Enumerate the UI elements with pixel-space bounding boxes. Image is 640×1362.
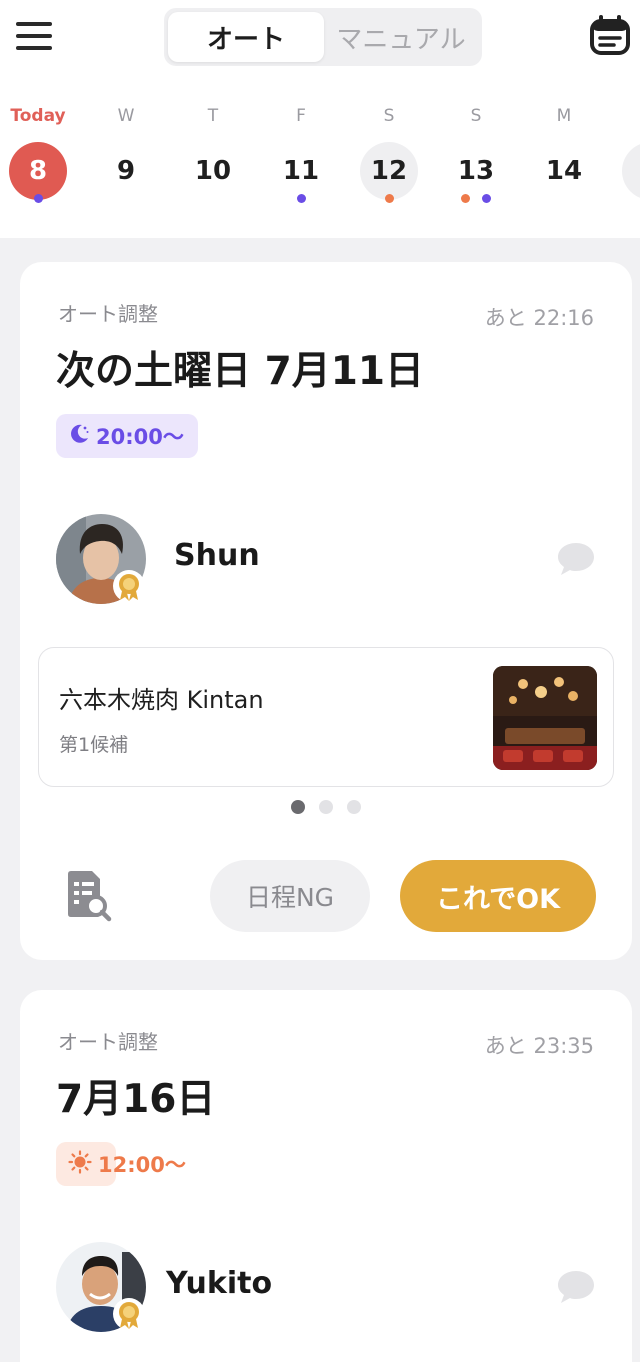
day-item-partial[interactable]	[621, 100, 640, 210]
time-badge: 20:00〜	[56, 414, 198, 458]
person-name: Yukito	[166, 1266, 273, 1301]
medal-icon	[112, 569, 146, 603]
chat-bubble-icon[interactable]	[556, 540, 596, 578]
venue-card[interactable]: 六本木焼肉 Kintan 第1候補	[38, 647, 614, 787]
remaining-time: あと 23:35	[484, 1034, 594, 1058]
event-dots	[8, 194, 68, 203]
time-text: 12:00〜	[98, 1153, 186, 1177]
calendar-list-icon[interactable]	[588, 14, 632, 58]
card-date: 次の土曜日 7月11日	[56, 349, 424, 394]
event-dots	[359, 194, 419, 203]
pager-dot[interactable]	[319, 800, 333, 814]
weekday-label: M	[556, 106, 572, 126]
day-item[interactable]: M 14	[534, 100, 594, 210]
day-item[interactable]: T 10	[183, 100, 243, 210]
weekday-label: S	[470, 106, 482, 126]
week-strip: Today 8 W 9 T 10 F 11 S 12 S 13 M 14	[0, 100, 640, 210]
pager-dot[interactable]	[291, 800, 305, 814]
time-text: 20:00〜	[96, 425, 184, 449]
day-item[interactable]: Today 8	[8, 100, 68, 210]
pager-dot[interactable]	[347, 800, 361, 814]
reject-schedule-button[interactable]: 日程NG	[210, 860, 370, 932]
weekday-label: Today	[10, 106, 66, 126]
proposal-card: オート調整 あと 22:16 次の土曜日 7月11日 20:00〜 Shun 六…	[20, 262, 632, 960]
proposal-card: オート調整 あと 23:35 7月16日 12:00〜 Yukito	[20, 990, 632, 1362]
person-row[interactable]: Shun	[56, 514, 596, 606]
mode-switch: オート マニュアル	[164, 8, 482, 66]
remaining-time: あと 22:16	[484, 306, 594, 330]
day-number: 13	[457, 156, 495, 186]
top-bar: オート マニュアル Today 8 W 9 T 10 F 11 S 12 S 1…	[0, 0, 640, 238]
accept-button[interactable]: これでOK	[400, 860, 596, 932]
hamburger-menu-icon[interactable]	[14, 18, 54, 54]
venue-photo	[493, 666, 597, 770]
card-date: 7月16日	[56, 1077, 216, 1122]
chat-bubble-icon[interactable]	[556, 1268, 596, 1306]
day-item[interactable]: S 13	[446, 100, 506, 210]
pager-dots	[20, 800, 632, 814]
venue-candidate: 第1候補	[59, 734, 129, 756]
venue-name: 六本木焼肉 Kintan	[59, 686, 264, 714]
weekday-label: F	[296, 106, 306, 126]
day-number: 10	[194, 156, 232, 186]
weekday-label: T	[207, 106, 219, 126]
person-name: Shun	[174, 538, 260, 573]
day-number: 9	[116, 156, 136, 186]
day-item[interactable]: F 11	[271, 100, 331, 210]
tab-manual[interactable]: マニュアル	[324, 12, 478, 62]
event-dots	[446, 194, 506, 203]
weekday-label: S	[383, 106, 395, 126]
day-number-partial	[622, 142, 640, 200]
document-search-icon[interactable]	[64, 870, 112, 922]
person-row[interactable]: Yukito	[56, 1242, 596, 1334]
card-type-label: オート調整	[58, 302, 158, 326]
time-badge: 12:00〜	[56, 1142, 186, 1186]
medal-icon	[112, 1297, 146, 1331]
tab-auto[interactable]: オート	[168, 12, 324, 62]
card-type-label: オート調整	[58, 1030, 158, 1054]
day-item[interactable]: W 9	[96, 100, 156, 210]
moon-icon	[68, 423, 90, 450]
day-number: 12	[360, 142, 418, 200]
weekday-label: W	[117, 106, 135, 126]
day-item[interactable]: S 12	[359, 100, 419, 210]
day-number: 14	[545, 156, 583, 186]
day-number: 8	[9, 142, 67, 200]
day-number: 11	[282, 156, 320, 186]
event-dots	[271, 194, 331, 203]
sun-icon	[68, 1149, 92, 1179]
